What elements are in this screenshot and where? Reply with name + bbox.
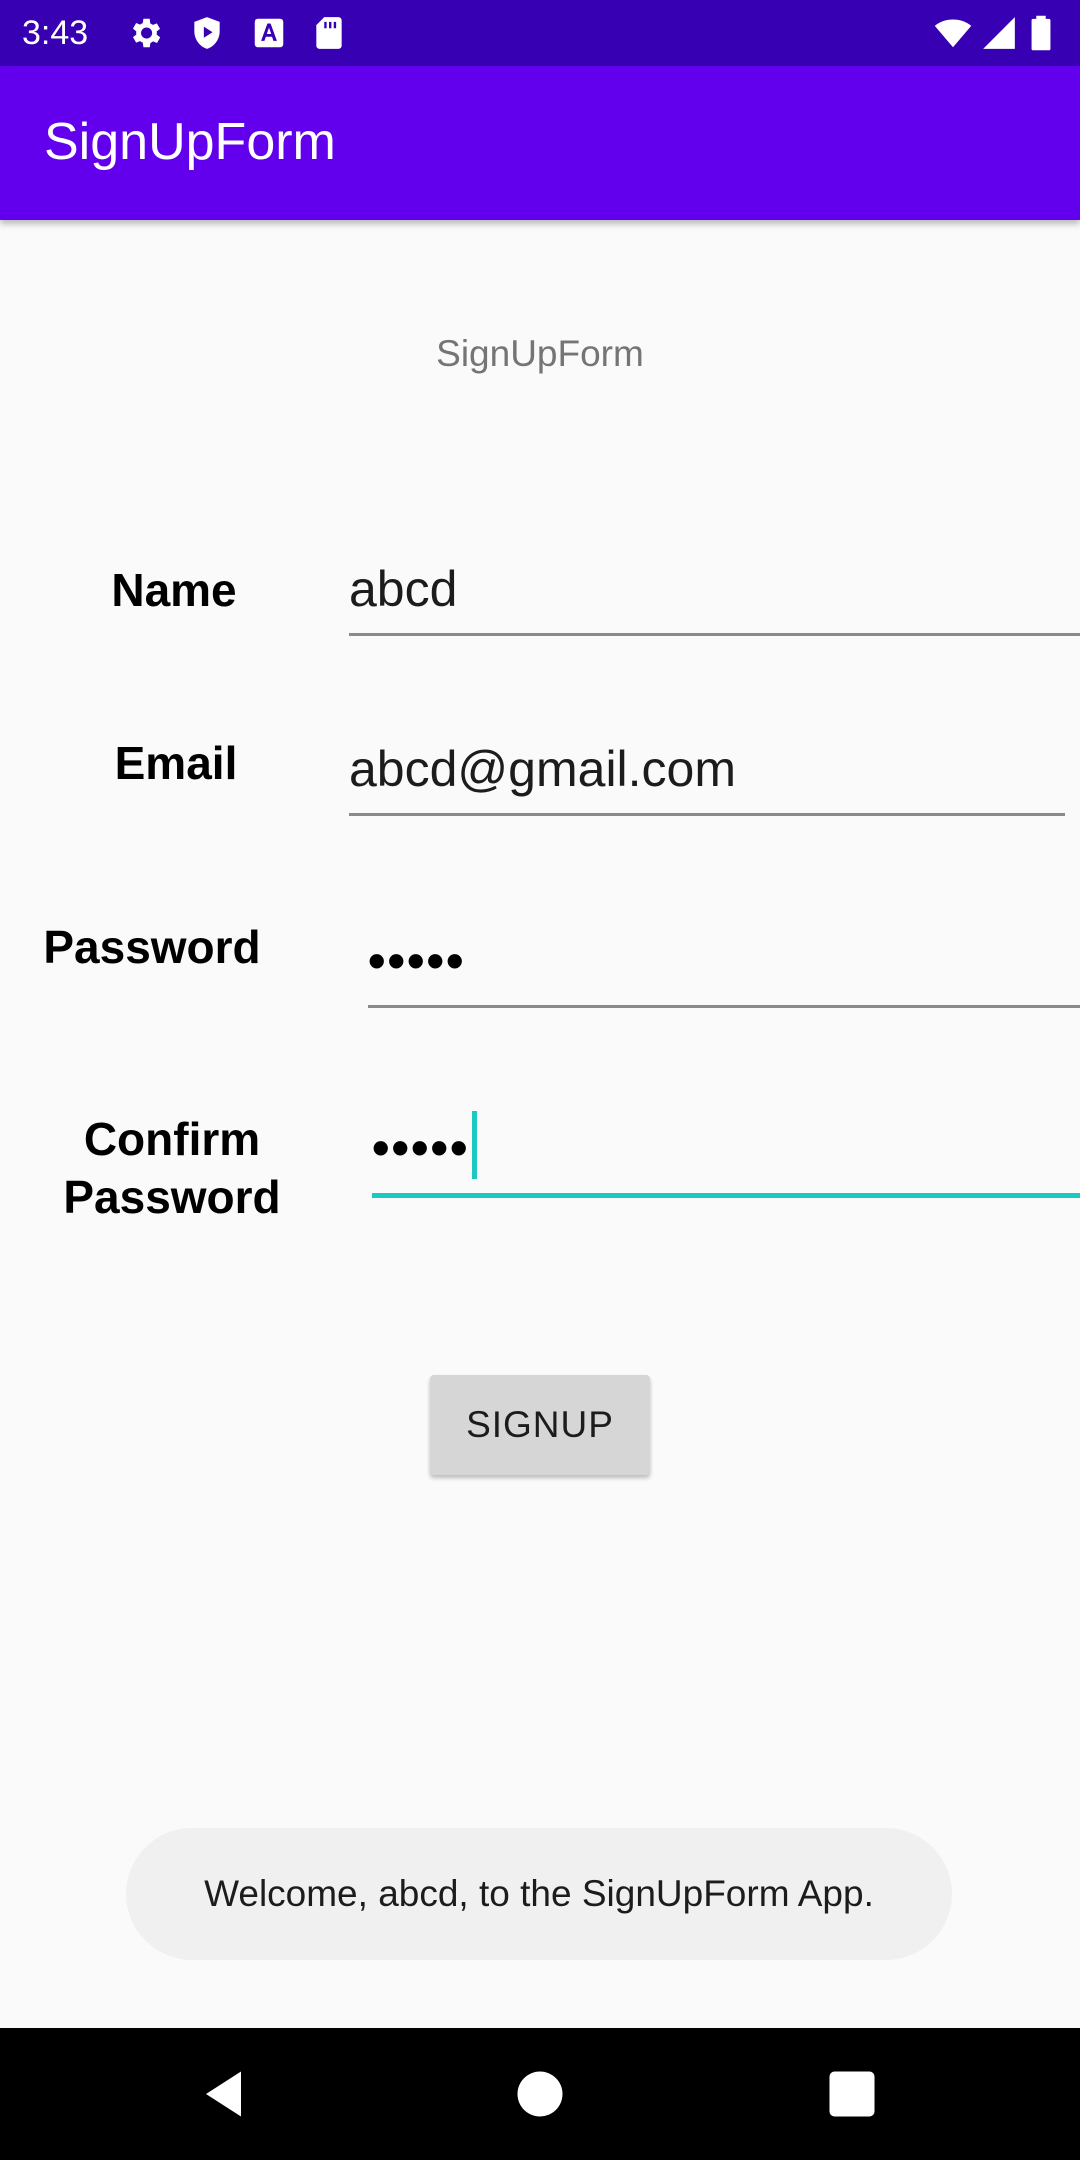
confirm-label-line1: Confirm [83, 1113, 261, 1165]
navigation-bar [0, 2028, 1080, 2160]
password-value: ••••• [368, 933, 466, 989]
text-a-icon [250, 14, 288, 52]
name-value: abcd [349, 561, 458, 617]
app-bar-title: SignUpForm [44, 113, 336, 171]
screen: 3:43 SignUpForm SignUpForm Name abcd Ema… [0, 0, 1080, 2160]
name-field[interactable]: abcd [349, 540, 1080, 636]
page-subtitle: SignUpForm [436, 333, 644, 374]
password-label: Password [43, 921, 261, 973]
text-cursor [471, 1111, 477, 1179]
wifi-icon [934, 14, 972, 52]
home-icon[interactable] [510, 2064, 570, 2124]
password-field[interactable]: ••••• [368, 910, 1080, 1008]
gear-icon [126, 14, 164, 52]
status-time: 3:43 [22, 14, 89, 52]
email-value: abcd@gmail.com [349, 741, 737, 797]
shield-play-icon [188, 14, 226, 52]
back-icon[interactable] [196, 2064, 256, 2124]
recents-icon[interactable] [822, 2064, 882, 2124]
app-bar: SignUpForm [0, 66, 1080, 220]
confirm-label-line2: Password [63, 1171, 281, 1223]
confirm-password-field[interactable]: ••••• [372, 1098, 1080, 1198]
welcome-toast: Welcome, abcd, to the SignUpForm App. [126, 1828, 952, 1960]
battery-icon [1030, 14, 1060, 52]
sd-card-icon [310, 14, 348, 52]
confirm-password-text: ••••• [372, 1120, 470, 1176]
name-label: Name [111, 564, 237, 616]
email-field[interactable]: abcd@gmail.com [349, 724, 1065, 816]
confirm-password-value: ••••• [372, 1111, 477, 1179]
status-bar: 3:43 [0, 0, 1080, 66]
email-label: Email [114, 737, 238, 789]
signal-icon [980, 14, 1018, 52]
signup-button[interactable]: SIGNUP [430, 1375, 650, 1475]
confirm-password-label: Confirm Password [40, 1110, 304, 1226]
